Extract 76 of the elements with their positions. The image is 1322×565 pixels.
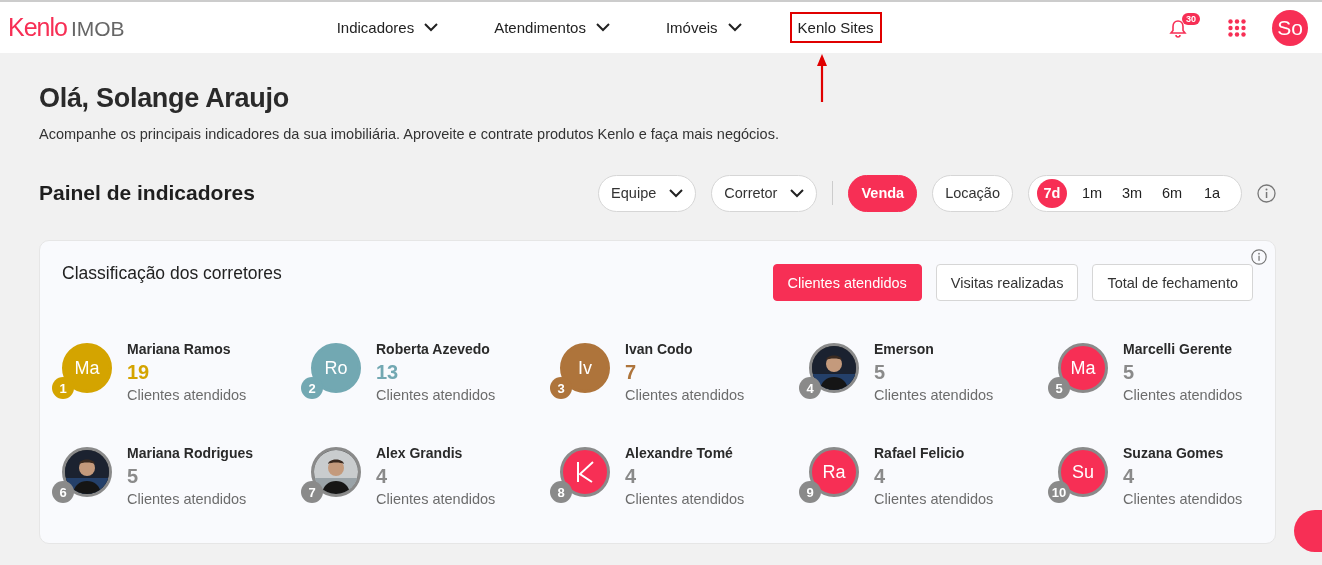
business-toggle[interactable]: Venda [848, 174, 918, 212]
rank-badge: 3 [550, 377, 572, 399]
period-option[interactable]: 3m [1117, 178, 1147, 208]
period-option[interactable]: 6m [1157, 178, 1187, 208]
broker-name: Alex Grandis [376, 445, 464, 461]
rank-badge: 6 [52, 481, 74, 503]
broker-name: Marcelli Gerente [1123, 341, 1233, 357]
rank-badge: 10 [1048, 481, 1070, 503]
info-icon[interactable] [1257, 183, 1276, 203]
nav-link[interactable]: Indicadores [328, 12, 447, 43]
bell-icon [1168, 18, 1188, 39]
annotation-arrow [817, 54, 827, 102]
broker-name: Roberta Azevedo [376, 341, 491, 357]
chevron-down-icon [595, 23, 610, 32]
client-count: 4 [874, 465, 887, 488]
client-count: 5 [1123, 361, 1136, 384]
period-option[interactable]: 1m [1077, 178, 1107, 208]
count-caption: Clientes atendidos [127, 387, 247, 403]
metric-tab[interactable]: Visitas realizadas [935, 264, 1079, 301]
greeting-subtitle: Acompanhe os principais indicadores da sua imobiliária. Aproveite e contrate produtos Kenlo e faça mais negócios. [39, 126, 780, 142]
count-caption: Clientes atendidos [1123, 491, 1243, 507]
greeting-title: Olá, Solange Araujo [39, 83, 290, 114]
profile-avatar[interactable]: So [1272, 9, 1308, 46]
broker-name: Emerson [874, 341, 935, 357]
count-caption: Clientes atendidos [376, 491, 496, 507]
rank-badge: 1 [52, 377, 74, 399]
rank-badge: 5 [1048, 377, 1070, 399]
panel-title: Painel de indicadores [39, 181, 255, 205]
chevron-down-icon [727, 23, 742, 32]
client-count: 4 [1123, 465, 1136, 488]
filter-dropdown[interactable]: Equipe [598, 174, 697, 212]
card-title: Classificação dos corretores [62, 263, 282, 284]
client-count: 4 [625, 465, 638, 488]
client-count: 13 [376, 361, 400, 384]
count-caption: Clientes atendidos [127, 491, 248, 507]
client-count: 4 [376, 465, 389, 488]
count-caption: Clientes atendidos [874, 387, 994, 403]
kenlo-logo[interactable]: Kenlo IMOB [8, 13, 125, 42]
count-caption: Clientes atendidos [1123, 387, 1243, 403]
client-count: 7 [625, 361, 638, 384]
rank-badge: 4 [799, 377, 821, 399]
count-caption: Clientes atendidos [625, 387, 745, 403]
broker-name: Ivan Codo [625, 341, 694, 357]
nav-link[interactable]: Imóveis [657, 12, 750, 43]
rank-badge: 9 [799, 481, 821, 503]
broker-name: Mariana Rodrigues [127, 445, 254, 461]
count-caption: Clientes atendidos [874, 491, 994, 507]
count-caption: Clientes atendidos [625, 491, 745, 507]
rank-badge: 2 [301, 377, 323, 399]
rank-badge: 7 [301, 481, 323, 503]
broker-name: Suzana Gomes [1123, 445, 1225, 461]
client-count: 19 [127, 361, 151, 384]
period-option[interactable]: 7d [1037, 178, 1067, 208]
metric-tab[interactable]: Total de fechamento [1092, 264, 1253, 301]
chevron-down-icon [669, 188, 684, 198]
chevron-down-icon [424, 23, 439, 32]
nav-link[interactable]: Atendimentos [486, 12, 618, 43]
logo-icon [576, 461, 594, 483]
metric-tab[interactable]: Clientes atendidos [772, 264, 922, 301]
info-icon[interactable] [1251, 249, 1267, 265]
period-option[interactable]: 1a [1197, 178, 1227, 208]
notification-button[interactable]: 30 [1168, 14, 1202, 41]
broker-name: Alexandre Tomé [625, 445, 734, 461]
broker-name: Mariana Ramos [127, 341, 232, 357]
chevron-down-icon [790, 188, 805, 198]
notification-count: 30 [1182, 12, 1200, 25]
client-count: 5 [874, 361, 887, 384]
chat-launcher[interactable] [1294, 510, 1322, 552]
nav-link[interactable]: Kenlo Sites [789, 12, 882, 43]
business-toggle[interactable]: Locação [932, 174, 1013, 212]
filter-dropdown[interactable]: Corretor [711, 174, 818, 212]
client-count: 5 [127, 465, 140, 488]
broker-name: Rafael Felicio [874, 445, 966, 461]
apps-grid-icon[interactable] [1228, 18, 1246, 37]
count-caption: Clientes atendidos [376, 387, 496, 403]
rank-badge: 8 [550, 481, 572, 503]
